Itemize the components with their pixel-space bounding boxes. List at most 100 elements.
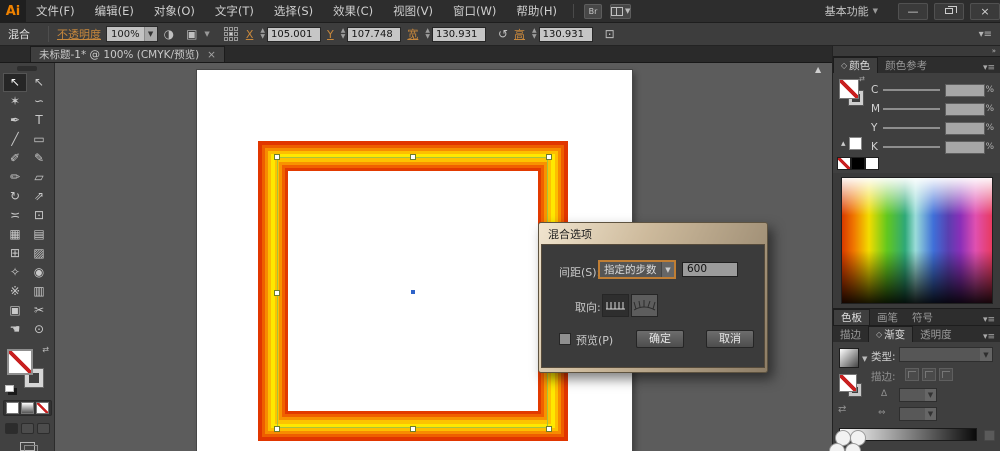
align-to-path-button[interactable] [631,294,658,317]
minimize-button[interactable]: — [898,3,928,20]
white-swatch[interactable] [849,137,862,150]
y-label[interactable]: Y [327,28,334,41]
tab-gradient-0[interactable]: 描边 [833,326,868,342]
channel-slider[interactable] [883,108,940,110]
free-transform-tool[interactable]: ⊡ [27,206,51,225]
selection-handle[interactable] [274,426,280,432]
arrange-documents-icon[interactable]: ▼ [610,4,631,19]
menu-item-5[interactable]: 效果(C) [323,4,383,18]
stroke-gradient-across-button[interactable] [939,368,953,381]
selection-handle[interactable] [274,290,280,296]
default-fill-stroke-icon[interactable] [5,385,14,392]
panel-menu-icon[interactable]: ▾≡ [983,332,995,342]
height-stepper[interactable]: ▲▼ [532,28,537,40]
swap-fill-stroke-icon[interactable]: ⇄ [42,345,49,354]
white-swatch[interactable] [865,157,879,170]
workspace-switcher[interactable]: 基本功能 [825,3,869,19]
preview-checkbox[interactable] [559,333,571,345]
document-tab[interactable]: 未标题-1* @ 100% (CMYK/预览) × [30,46,225,62]
dialog-title[interactable]: 混合选项 [541,225,765,244]
align-to-page-button[interactable] [602,294,629,317]
pencil-tool[interactable]: ✎ [27,149,51,168]
stroke-gradient-along-button[interactable] [922,368,936,381]
angle-dropdown[interactable]: ▼ [899,388,937,402]
draw-inside-button[interactable] [37,423,50,434]
rectangle-tool[interactable]: ▭ [27,130,51,149]
mesh-tool[interactable]: ⊞ [3,244,27,263]
column-graph-tool[interactable]: ▥ [27,282,51,301]
x-stepper[interactable]: ▲▼ [260,28,265,40]
swap-fill-stroke-icon[interactable]: ⇄ [859,75,865,83]
eyedropper-tool[interactable]: ✧ [3,263,27,282]
stroke-gradient-within-button[interactable] [905,368,919,381]
width-input[interactable]: 130.931 [432,27,486,42]
menu-item-0[interactable]: 文件(F) [26,4,85,18]
scroll-up-icon[interactable]: ▲ [815,65,821,74]
tab-color-1[interactable]: 颜色参考 [878,57,934,73]
screen-mode-button[interactable] [20,442,35,451]
symbol-sprayer-tool[interactable]: ※ [3,282,27,301]
y-input[interactable]: 107.748 [347,27,401,42]
reverse-gradient-icon[interactable]: ⇄ [838,404,846,415]
none-fill-proxy[interactable] [839,374,857,392]
y-stepper[interactable]: ▲▼ [341,28,346,40]
menu-item-8[interactable]: 帮助(H) [506,4,567,18]
x-input[interactable]: 105.001 [267,27,321,42]
color-button[interactable] [6,402,19,414]
draw-behind-button[interactable] [21,423,34,434]
slice-tool[interactable]: ✂ [27,301,51,320]
tab-color-0[interactable]: ◇颜色 [833,57,878,73]
panel-menu-icon[interactable]: ▾≡ [983,315,995,325]
rotate-tool[interactable]: ↻ [3,187,27,206]
gradient-button[interactable] [21,402,34,414]
delete-stop-icon[interactable] [984,430,995,441]
opacity-label[interactable]: 不透明度 [57,26,101,42]
selection-handle[interactable] [546,426,552,432]
channel-slider[interactable] [883,89,940,91]
width-tool[interactable]: ≍ [3,206,27,225]
width-label[interactable]: 宽 [407,26,418,42]
paintbrush-tool[interactable]: ✐ [3,149,27,168]
channel-value-input[interactable] [945,122,985,135]
direct-selection-tool[interactable]: ↖ [27,73,51,92]
channel-slider[interactable] [883,127,940,129]
menu-item-6[interactable]: 视图(V) [383,4,443,18]
color-spectrum[interactable] [841,177,993,304]
fill-swatch[interactable] [7,349,33,375]
tab-gradient-2[interactable]: 透明度 [913,326,959,342]
opacity-combo[interactable]: 100% ▼ [106,26,158,42]
tab-swatches-0[interactable]: 色板 [833,309,870,325]
none-button[interactable] [36,402,49,414]
tab-swatches-2[interactable]: 符号 [905,309,940,325]
close-tab-icon[interactable]: × [207,49,216,61]
channel-value-input[interactable] [945,103,985,116]
perspective-grid-tool[interactable]: ▤ [27,225,51,244]
constrain-proportions-icon[interactable]: ↺ [498,27,508,41]
ok-button[interactable]: 确定 [636,330,684,348]
bridge-icon[interactable]: Br [584,4,602,19]
tab-gradient-1[interactable]: ◇渐变 [868,326,913,342]
x-label[interactable]: X [246,28,254,41]
gradient-tool[interactable]: ▨ [27,244,51,263]
menu-item-3[interactable]: 文字(T) [205,4,264,18]
close-button[interactable]: × [970,3,1000,20]
channel-value-input[interactable] [945,141,985,154]
aspect-ratio-dropdown[interactable]: ▼ [899,407,937,421]
menu-item-1[interactable]: 编辑(E) [85,4,144,18]
draw-normal-button[interactable] [5,423,18,434]
cancel-button[interactable]: 取消 [706,330,754,348]
channel-slider[interactable] [883,146,940,148]
selection-handle[interactable] [410,154,416,160]
menu-item-4[interactable]: 选择(S) [264,4,323,18]
panel-menu-icon[interactable]: ▾≡ [979,29,992,40]
transform-icon[interactable]: ⊡ [605,27,615,41]
scale-tool[interactable]: ⇗ [27,187,51,206]
canvas[interactable]: ▲ 混合选项 间距(S): 指定的步数 ▼ 600 取向: [55,63,832,451]
magic-wand-tool[interactable]: ✶ [3,92,27,111]
selection-handle[interactable] [274,154,280,160]
eraser-tool[interactable]: ▱ [27,168,51,187]
black-swatch[interactable] [851,157,865,170]
selection-handle[interactable] [410,426,416,432]
select-similar-icon[interactable]: ▣ [186,27,197,41]
collapse-panels-icon[interactable]: » [833,46,1000,56]
